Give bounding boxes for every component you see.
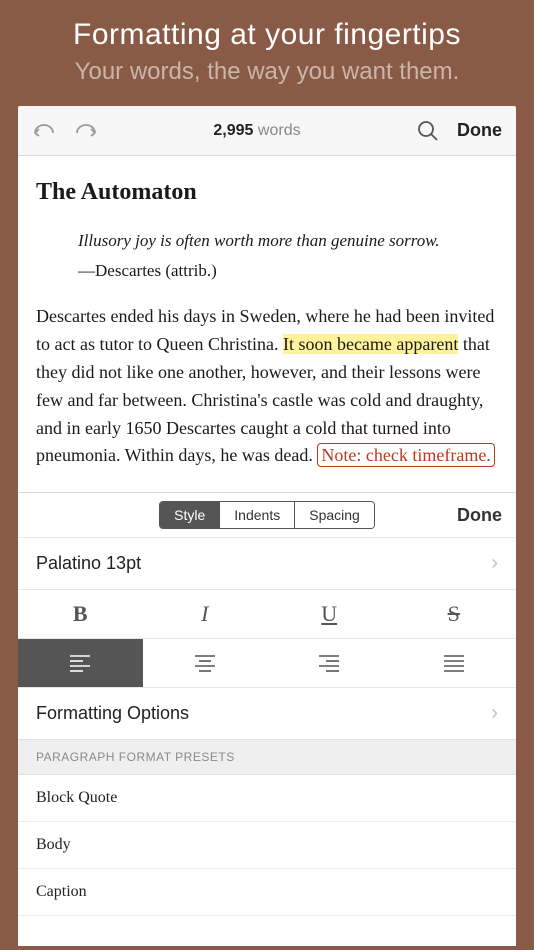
align-right-button[interactable] xyxy=(267,639,392,687)
search-icon[interactable] xyxy=(417,120,439,142)
text-style-buttons: B I U S xyxy=(18,589,516,638)
alignment-buttons xyxy=(18,638,516,687)
done-button[interactable]: Done xyxy=(457,120,502,141)
underline-button[interactable]: U xyxy=(267,590,392,638)
panel-done-button[interactable]: Done xyxy=(432,505,502,526)
quote-attribution: —Descartes (attrib.) xyxy=(78,258,498,284)
editor-body[interactable]: The Automaton Illusory joy is often wort… xyxy=(18,156,516,492)
editor-toolbar: 2,995 words Done xyxy=(18,106,516,156)
preset-block-quote[interactable]: Block Quote xyxy=(18,775,516,822)
format-tabs: Style Indents Spacing xyxy=(159,501,375,529)
inline-annotation[interactable]: Note: check timeframe. xyxy=(317,443,494,467)
tab-style[interactable]: Style xyxy=(160,502,219,528)
font-label: Palatino 13pt xyxy=(36,553,141,574)
body-paragraph[interactable]: Descartes ended his days in Sweden, wher… xyxy=(36,303,498,470)
format-panel: Style Indents Spacing Done Palatino 13pt… xyxy=(18,492,516,946)
formatting-options-label: Formatting Options xyxy=(36,703,189,724)
promo-subtitle: Your words, the way you want them. xyxy=(20,58,514,86)
align-left-button[interactable] xyxy=(18,639,143,687)
app-screen: 2,995 words Done The Automaton Illusory … xyxy=(18,106,516,946)
tab-indents[interactable]: Indents xyxy=(219,502,294,528)
block-quote[interactable]: Illusory joy is often worth more than ge… xyxy=(78,228,498,283)
preset-caption[interactable]: Caption xyxy=(18,869,516,916)
bold-button[interactable]: B xyxy=(18,590,143,638)
quote-text: Illusory joy is often worth more than ge… xyxy=(78,228,498,254)
formatting-options-row[interactable]: Formatting Options › xyxy=(18,687,516,739)
font-picker-row[interactable]: Palatino 13pt › xyxy=(18,537,516,589)
word-count: 2,995 words xyxy=(122,122,392,140)
redo-icon[interactable] xyxy=(74,121,98,141)
preset-body[interactable]: Body xyxy=(18,822,516,869)
tab-spacing[interactable]: Spacing xyxy=(294,502,374,528)
align-justify-button[interactable] xyxy=(392,639,517,687)
highlighted-text: It soon became apparent xyxy=(283,334,458,354)
italic-button[interactable]: I xyxy=(143,590,268,638)
promo-header: Formatting at your fingertips Your words… xyxy=(0,0,534,106)
chevron-right-icon: › xyxy=(491,702,498,725)
strikethrough-button[interactable]: S xyxy=(392,590,517,638)
undo-icon[interactable] xyxy=(32,121,56,141)
promo-title: Formatting at your fingertips xyxy=(20,18,514,52)
chevron-right-icon: › xyxy=(491,552,498,575)
document-title[interactable]: The Automaton xyxy=(36,174,498,210)
preset-section-header: PARAGRAPH FORMAT PRESETS xyxy=(18,739,516,775)
align-center-button[interactable] xyxy=(143,639,268,687)
